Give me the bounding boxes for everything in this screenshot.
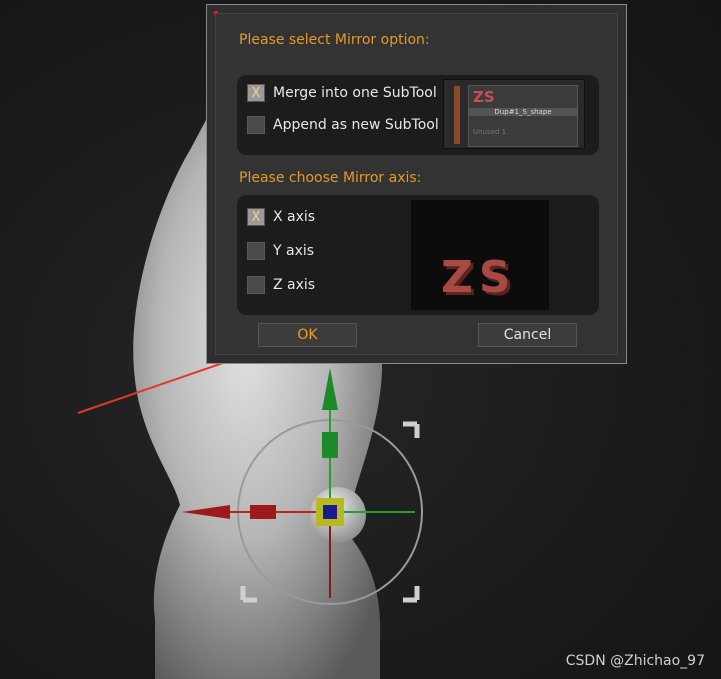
subtool-tray: ZS Dup#1_S_shape Unused 1 xyxy=(468,85,578,147)
watermark: CSDN @Zhichao_97 xyxy=(565,653,705,669)
axis-x[interactable]: X X axis xyxy=(247,208,315,226)
checkbox-merge[interactable]: X xyxy=(247,84,265,102)
subtool-name: Dup#1_S_shape xyxy=(469,108,577,116)
checkbox-z-axis[interactable] xyxy=(247,276,265,294)
option-append-label: Append as new SubTool xyxy=(273,117,439,133)
mirror-option-group: X Merge into one SubTool Append as new S… xyxy=(237,75,599,155)
checkbox-append[interactable] xyxy=(247,116,265,134)
subtool-color-stripe xyxy=(454,86,460,144)
subtool-thumbnail: ZS xyxy=(473,88,495,106)
dialog-body: Please select Mirror option: X Merge int… xyxy=(215,13,618,355)
axis-y[interactable]: Y axis xyxy=(247,242,314,260)
subtool-preview: ZS Dup#1_S_shape Unused 1 xyxy=(443,79,585,149)
mirror-dialog: Please select Mirror option: X Merge int… xyxy=(206,4,627,364)
checkbox-y-axis[interactable] xyxy=(247,242,265,260)
subtool-unused: Unused 1 xyxy=(473,128,507,136)
mirror-option-heading: Please select Mirror option: xyxy=(239,32,430,48)
option-append[interactable]: Append as new SubTool xyxy=(247,116,439,134)
cancel-button[interactable]: Cancel xyxy=(478,323,577,347)
axis-preview-logo: ZS xyxy=(441,252,517,303)
gizmo-center-blue xyxy=(323,505,337,519)
option-merge-label: Merge into one SubTool xyxy=(273,85,437,101)
mirror-axis-group: X X axis Y axis Z axis ZS xyxy=(237,195,599,315)
axis-x-label: X axis xyxy=(273,209,316,225)
axis-z-label: Z axis xyxy=(273,277,316,293)
axis-z[interactable]: Z axis xyxy=(247,276,315,294)
axis-preview: ZS xyxy=(411,200,549,310)
red-axis-handle xyxy=(250,505,276,519)
checkbox-x-axis[interactable]: X xyxy=(247,208,265,226)
mirror-axis-heading: Please choose Mirror axis: xyxy=(239,170,422,186)
option-merge[interactable]: X Merge into one SubTool xyxy=(247,84,437,102)
green-axis-handle xyxy=(322,432,338,458)
ok-button[interactable]: OK xyxy=(258,323,357,347)
axis-y-label: Y axis xyxy=(273,243,315,259)
